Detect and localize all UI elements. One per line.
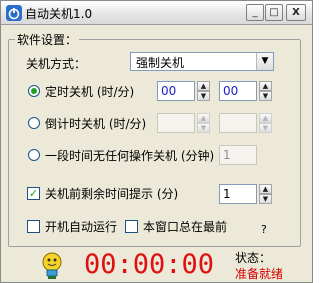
idle-shutdown-label: 一段时间无任何操作关机 (分钟) bbox=[45, 149, 215, 163]
window-title: 自动关机1.0 bbox=[25, 7, 93, 21]
chevron-down-icon[interactable]: ▼ bbox=[256, 53, 273, 70]
idle-minutes-input[interactable]: 1 bbox=[219, 145, 257, 165]
spin-up-icon[interactable]: ▲ bbox=[259, 184, 272, 194]
timed-minute-input[interactable]: 00 bbox=[219, 81, 257, 101]
spin-up-icon[interactable]: ▲ bbox=[259, 81, 272, 91]
close-button[interactable]: X bbox=[286, 4, 306, 21]
spin-up-icon[interactable]: ▲ bbox=[197, 113, 210, 123]
spin-down-icon[interactable]: ▼ bbox=[259, 123, 272, 133]
countdown-hour-input[interactable] bbox=[157, 113, 195, 133]
title-bar: 自动关机1.0 _ □ X bbox=[1, 1, 312, 25]
always-on-top-label: 本窗口总在最前 bbox=[143, 220, 228, 234]
timed-hour-input[interactable]: 00 bbox=[157, 81, 195, 101]
timed-shutdown-radio[interactable] bbox=[28, 85, 40, 97]
countdown-minute-input[interactable] bbox=[219, 113, 257, 133]
shutdown-mode-value: 强制关机 bbox=[136, 56, 185, 70]
timed-hour-spinner[interactable]: ▲ ▼ bbox=[197, 81, 210, 101]
timed-minute-spinner[interactable]: ▲ ▼ bbox=[259, 81, 272, 101]
status-value: 准备就绪 bbox=[235, 267, 284, 281]
spin-up-icon[interactable]: ▲ bbox=[197, 81, 210, 91]
remaining-hint-label: 关机前剩余时间提示 (分) bbox=[45, 187, 179, 201]
spin-down-icon[interactable]: ▼ bbox=[259, 91, 272, 101]
remaining-hint-input[interactable]: 1 bbox=[219, 184, 257, 204]
timed-shutdown-label: 定时关机 (时/分) bbox=[45, 85, 135, 99]
spin-down-icon[interactable]: ▼ bbox=[197, 123, 210, 133]
spin-down-icon[interactable]: ▼ bbox=[197, 91, 210, 101]
maximize-button[interactable]: □ bbox=[265, 4, 283, 21]
autostart-label: 开机自动运行 bbox=[45, 220, 118, 234]
lightbulb-icon bbox=[42, 252, 62, 279]
app-window: 自动关机1.0 _ □ X 软件设置： 关机方式： 强制关机 ▼ 定时关机 (时… bbox=[0, 0, 313, 283]
always-on-top-checkbox[interactable] bbox=[125, 220, 138, 233]
minimize-button[interactable]: _ bbox=[246, 4, 264, 21]
spin-down-icon[interactable]: ▼ bbox=[259, 194, 272, 204]
status-label: 状态： bbox=[235, 251, 272, 265]
countdown-shutdown-label: 倒计时关机 (时/分) bbox=[45, 117, 147, 131]
shutdown-mode-label: 关机方式： bbox=[26, 57, 87, 71]
settings-group-title: 软件设置： bbox=[15, 31, 80, 48]
help-link[interactable]: ? bbox=[261, 223, 267, 236]
remaining-hint-spinner[interactable]: ▲ ▼ bbox=[259, 184, 272, 204]
countdown-timer: 00:00:00 bbox=[84, 249, 215, 280]
autostart-checkbox[interactable] bbox=[27, 220, 40, 233]
idle-shutdown-radio[interactable] bbox=[28, 149, 40, 161]
spin-up-icon[interactable]: ▲ bbox=[259, 113, 272, 123]
shutdown-mode-select[interactable]: 强制关机 ▼ bbox=[130, 52, 274, 71]
power-icon bbox=[6, 5, 22, 21]
countdown-minute-spinner[interactable]: ▲ ▼ bbox=[259, 113, 272, 133]
remaining-hint-checkbox[interactable]: ✓ bbox=[27, 187, 40, 200]
countdown-shutdown-radio[interactable] bbox=[28, 117, 40, 129]
countdown-hour-spinner[interactable]: ▲ ▼ bbox=[197, 113, 210, 133]
